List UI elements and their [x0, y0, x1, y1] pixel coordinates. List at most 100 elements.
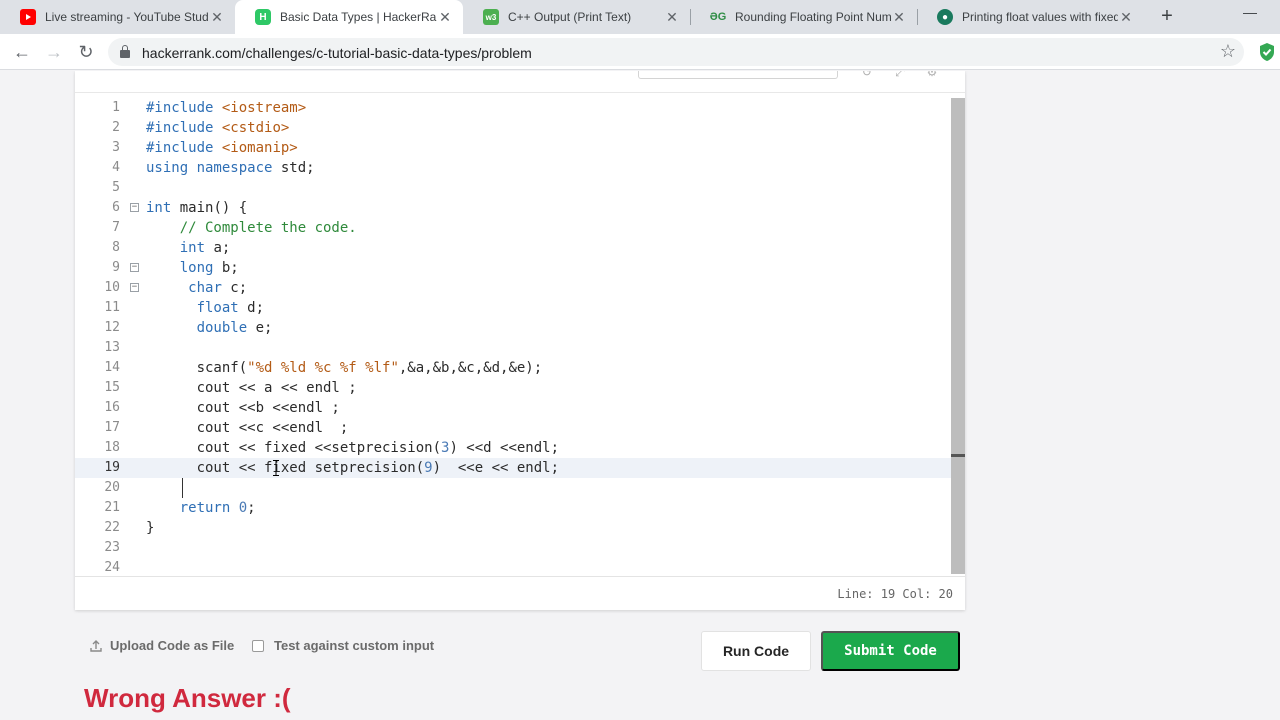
line-number: 6 [112, 200, 120, 215]
code-text: using namespace std; [146, 160, 315, 176]
close-icon[interactable]: ✕ [891, 9, 907, 26]
lock-icon [120, 45, 130, 58]
code-line[interactable]: 1 #include <iostream> [75, 98, 951, 118]
code-line[interactable]: 4 using namespace std; [75, 158, 951, 178]
code-line[interactable]: 22} [75, 518, 951, 538]
tab-title: C++ Output (Print Text) [508, 10, 632, 24]
line-number: 12 [104, 320, 120, 335]
tab-title: Printing float values with fixed [962, 10, 1118, 24]
close-icon[interactable]: ✕ [664, 9, 680, 26]
code-line[interactable]: 21 return 0; [75, 498, 951, 518]
line-number: 17 [104, 420, 120, 435]
code-line[interactable]: 9 − long b; [75, 258, 951, 278]
code-line[interactable]: 8 int a; [75, 238, 951, 258]
code-line[interactable]: 7 // Complete the code. [75, 218, 951, 238]
line-number: 5 [112, 180, 120, 195]
custom-input-option[interactable]: Test against custom input [252, 638, 434, 653]
line-number: 20 [104, 480, 120, 495]
hackerrank-icon: H [255, 9, 271, 25]
code-line[interactable]: 6 − int main() { [75, 198, 951, 218]
code-editor[interactable]: 1 #include <iostream> 2 #include <cstdio> 3 #… [75, 98, 951, 576]
settings-icon[interactable]: ⚙ [924, 71, 940, 79]
code-line[interactable]: 12 double e; [75, 318, 951, 338]
code-editor-card: ↺ ⤢ ⚙ 1 #include <iostream> 2 #include <cst… [75, 71, 965, 610]
code-line[interactable]: 16 cout <<b <<endl ; [75, 398, 951, 418]
browser-toolbar: ← → ↻ hackerrank.com/challenges/c-tutori… [0, 34, 1280, 70]
line-number: 22 [104, 520, 120, 535]
mouse-ibeam-cursor-icon [273, 460, 279, 476]
code-text: int main() { [146, 200, 248, 216]
fullscreen-icon[interactable]: ⤢ [892, 71, 908, 79]
upload-label: Upload Code as File [110, 638, 235, 653]
reset-icon[interactable]: ↺ [859, 71, 875, 79]
line-number: 14 [104, 360, 120, 375]
code-text: cout <<b <<endl ; [146, 400, 340, 416]
text-caret [182, 478, 183, 498]
code-line[interactable]: 10 − char c; [75, 278, 951, 298]
back-arrow-icon[interactable]: ← [10, 40, 34, 64]
code-text: scanf("%d %ld %c %f %lf",&a,&b,&c,&d,&e)… [146, 360, 543, 376]
line-number: 4 [112, 160, 120, 175]
shield-extension-icon[interactable] [1258, 42, 1276, 62]
line-number: 3 [112, 140, 120, 155]
tab-title: Basic Data Types | HackerRank [280, 10, 437, 24]
line-number: 21 [104, 500, 120, 515]
code-text: cout <<c <<endl ; [146, 420, 349, 436]
code-text: cout << a << endl ; [146, 380, 357, 396]
code-line[interactable]: 13 [75, 338, 951, 358]
close-icon[interactable]: ✕ [209, 9, 225, 26]
stackoverflow-icon: ● [937, 9, 953, 25]
line-number: 7 [112, 220, 120, 235]
code-line[interactable]: 19 cout << fixed setprecision(9) <<e << … [75, 458, 951, 478]
code-line[interactable]: 2 #include <cstdio> [75, 118, 951, 138]
fold-toggle-icon[interactable]: − [130, 263, 139, 272]
tab-youtube-studio[interactable]: Live streaming - YouTube Studi ✕ [0, 0, 235, 34]
tab-title: Rounding Floating Point Numb [735, 10, 891, 24]
forward-arrow-icon[interactable]: → [42, 40, 66, 64]
line-number: 8 [112, 240, 120, 255]
submit-code-button[interactable]: Submit Code [821, 631, 960, 671]
close-icon[interactable]: ✕ [437, 9, 453, 26]
geeksforgeeks-icon: ƏG [709, 11, 727, 23]
reload-icon[interactable]: ↻ [74, 40, 98, 64]
code-text: cout << fixed <<setprecision(3) <<d <<en… [146, 440, 560, 456]
line-number: 13 [104, 340, 120, 355]
fold-toggle-icon[interactable]: − [130, 283, 139, 292]
tab-rounding-floating[interactable]: ƏG Rounding Floating Point Numb ✕ [690, 0, 917, 34]
line-number: 9 [112, 260, 120, 275]
code-line[interactable]: 15 cout << a << endl ; [75, 378, 951, 398]
fold-toggle-icon[interactable]: − [130, 203, 139, 212]
code-line[interactable]: 24 [75, 558, 951, 578]
upload-code-link[interactable]: Upload Code as File [89, 638, 234, 653]
code-line[interactable]: 5 [75, 178, 951, 198]
code-line[interactable]: 23 [75, 538, 951, 558]
code-text: cout << fixed setprecision(9) <<e << end… [146, 460, 560, 476]
new-tab-icon[interactable]: + [1155, 5, 1179, 29]
code-line[interactable]: 17 cout <<c <<endl ; [75, 418, 951, 438]
code-text: long b; [179, 260, 239, 276]
code-line[interactable]: 3 #include <iomanip> [75, 138, 951, 158]
code-line[interactable]: 11 float d; [75, 298, 951, 318]
line-number: 23 [104, 540, 120, 555]
tab-hackerrank[interactable]: H Basic Data Types | HackerRank ✕ [235, 0, 463, 34]
language-select[interactable] [638, 71, 838, 79]
run-code-button[interactable]: Run Code [701, 631, 811, 671]
editor-scrollbar-thumb[interactable] [951, 98, 965, 574]
code-line[interactable]: 18 cout << fixed <<setprecision(3) <<d <… [75, 438, 951, 458]
bookmark-star-icon[interactable]: ☆ [1220, 41, 1236, 62]
minimize-icon[interactable]: — [1240, 4, 1260, 24]
code-line[interactable]: 14 scanf("%d %ld %c %f %lf",&a,&b,&c,&d,… [75, 358, 951, 378]
address-bar[interactable]: hackerrank.com/challenges/c-tutorial-bas… [108, 38, 1244, 66]
code-text: double e; [196, 320, 273, 336]
line-number: 2 [112, 120, 120, 135]
code-line[interactable]: 20 [75, 478, 951, 498]
line-number: 15 [104, 380, 120, 395]
tab-printing-float[interactable]: ● Printing float values with fixed ✕ [917, 0, 1144, 34]
close-icon[interactable]: ✕ [1118, 9, 1134, 26]
custom-input-checkbox[interactable] [252, 639, 264, 652]
page-content: ↺ ⤢ ⚙ 1 #include <iostream> 2 #include <cst… [0, 71, 1280, 720]
line-number: 16 [104, 400, 120, 415]
code-text: char c; [188, 280, 248, 296]
cursor-position: Line: 19 Col: 20 [837, 587, 953, 601]
tab-cpp-output[interactable]: w3 C++ Output (Print Text) ✕ [463, 0, 690, 34]
